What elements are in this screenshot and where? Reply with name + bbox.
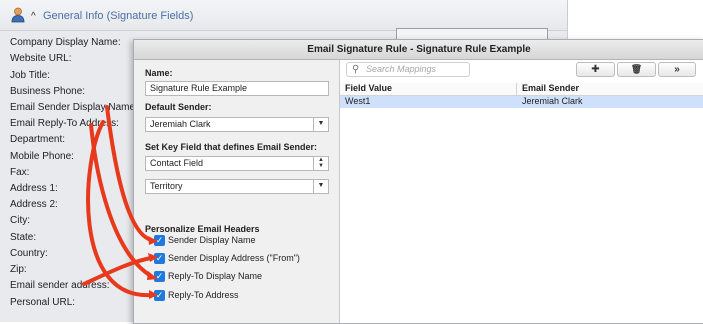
field-label: City: xyxy=(10,215,30,226)
more-button[interactable]: » xyxy=(658,62,696,77)
checkbox-label: Reply-To Display Name xyxy=(168,271,263,281)
field-value-cell: West1 xyxy=(345,96,371,106)
headers-label: Personalize Email Headers xyxy=(145,224,260,234)
field-label: Job Title: xyxy=(10,70,51,81)
field-label: Email Reply-To Address: xyxy=(10,118,119,129)
column-divider[interactable] xyxy=(516,83,517,95)
column-header-field-value[interactable]: Field Value xyxy=(345,83,392,93)
field-label: State: xyxy=(10,232,37,243)
search-icon: ⚲ xyxy=(352,64,360,75)
name-label: Name: xyxy=(145,68,173,78)
checkmark-icon[interactable]: ✓ xyxy=(154,290,165,301)
field-label: Company Display Name: xyxy=(10,37,121,48)
chevron-down-icon: ▼ xyxy=(313,180,328,193)
person-icon xyxy=(11,7,25,23)
email-sender-cell: Jeremiah Clark xyxy=(522,96,583,106)
field-label: Department: xyxy=(10,134,66,145)
table-row[interactable]: West1 Jeremiah Clark xyxy=(340,96,703,108)
checkmark-icon[interactable]: ✓ xyxy=(154,253,165,264)
default-sender-value: Jeremiah Clark xyxy=(150,119,211,129)
key-field-value: Territory xyxy=(150,181,183,191)
dialog-title: Email Signature Rule - Signature Rule Ex… xyxy=(134,40,703,60)
key-field-type-select[interactable]: Contact Field ▲ ▼ xyxy=(145,156,329,171)
field-label: Email sender address: xyxy=(10,280,110,291)
checkbox-label: Sender Display Address ("From") xyxy=(168,253,300,263)
field-label: Mobile Phone: xyxy=(10,151,74,162)
section-title: General Info (Signature Fields) xyxy=(43,10,194,22)
checkbox-label: Sender Display Name xyxy=(168,235,256,245)
search-input[interactable]: ⚲ Search Mappings xyxy=(346,62,470,77)
checkbox-label: Reply-To Address xyxy=(168,290,239,300)
search-placeholder: Search Mappings xyxy=(366,64,437,74)
field-label: Address 1: xyxy=(10,183,58,194)
chevron-up-icon[interactable]: ^ xyxy=(31,11,36,22)
signature-rule-dialog: Email Signature Rule - Signature Rule Ex… xyxy=(133,39,703,324)
delete-button[interactable]: 🗑 xyxy=(617,62,656,77)
trash-icon: 🗑 xyxy=(630,64,643,74)
field-label: Country: xyxy=(10,248,48,259)
name-input[interactable]: Signature Rule Example xyxy=(145,81,329,96)
field-label: Personal URL: xyxy=(10,297,76,308)
mappings-header: Field Value Email Sender xyxy=(340,83,703,96)
key-field-type-value: Contact Field xyxy=(150,158,204,168)
double-chevron-right-icon: » xyxy=(674,64,680,75)
field-label: Fax: xyxy=(10,167,30,178)
field-label: Address 2: xyxy=(10,199,58,210)
key-field-label: Set Key Field that defines Email Sender: xyxy=(145,142,318,152)
default-sender-label: Default Sender: xyxy=(145,102,212,112)
column-header-email-sender[interactable]: Email Sender xyxy=(522,83,579,93)
field-label: Email Sender Display Name: xyxy=(10,102,138,113)
up-down-arrows-icon: ▲ ▼ xyxy=(313,157,328,170)
checkmark-icon[interactable]: ✓ xyxy=(154,235,165,246)
rule-settings-pane: Name: Signature Rule Example Default Sen… xyxy=(134,60,340,323)
name-value: Signature Rule Example xyxy=(150,83,248,93)
add-button[interactable]: ✚ xyxy=(576,62,615,77)
chevron-down-icon: ▼ xyxy=(313,118,328,131)
checkmark-icon[interactable]: ✓ xyxy=(154,271,165,282)
key-field-select[interactable]: Territory ▼ xyxy=(145,179,329,194)
field-label: Business Phone: xyxy=(10,86,86,97)
plus-icon: ✚ xyxy=(591,64,600,75)
mappings-pane: ⚲ Search Mappings ✚ 🗑 » Field Value Emai… xyxy=(340,60,703,323)
field-label: Zip: xyxy=(10,264,27,275)
field-label: Website URL: xyxy=(10,53,72,64)
section-header[interactable]: ^ General Info (Signature Fields) xyxy=(0,0,567,31)
default-sender-select[interactable]: Jeremiah Clark ▼ xyxy=(145,117,329,132)
